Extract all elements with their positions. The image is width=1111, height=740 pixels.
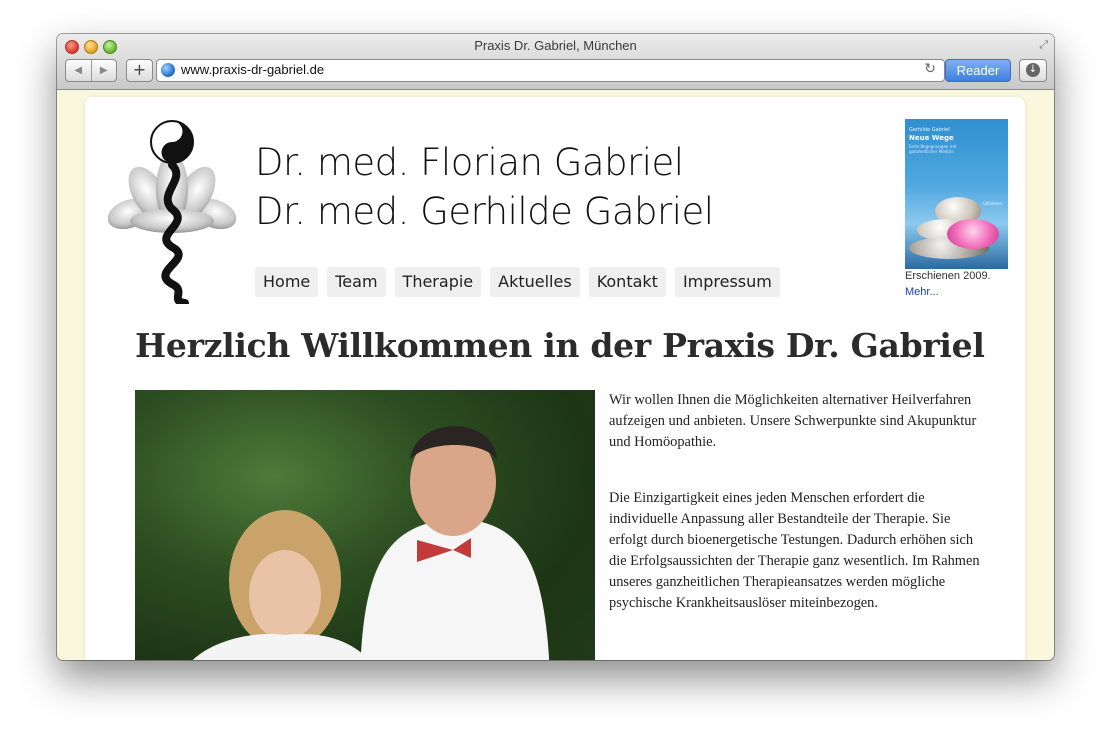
browser-window: Praxis Dr. Gabriel, München ⤢ ◀ ▶ + www.… (57, 34, 1054, 660)
downloads-button[interactable]: ↓ (1019, 59, 1047, 82)
reader-button[interactable]: Reader (945, 59, 1011, 82)
book-author: Gerhilde Gabriel (909, 127, 950, 133)
address-bar[interactable]: www.praxis-dr-gabriel.de ↻ (156, 59, 945, 82)
plus-icon: + (132, 60, 147, 79)
globe-icon (161, 63, 175, 77)
browser-toolbar: Praxis Dr. Gabriel, München ⤢ ◀ ▶ + www.… (57, 34, 1054, 90)
main-navigation: Home Team Therapie Aktuelles Kontakt Imp… (255, 267, 789, 297)
window-title: Praxis Dr. Gabriel, München (474, 38, 637, 53)
book-publisher: Litmimen (983, 201, 1002, 206)
intro-paragraph: Wir wollen Ihnen die Möglichkeiten alter… (609, 392, 977, 450)
doctor-name-gerhilde: Dr. med. Gerhilde Gabriel (255, 190, 714, 233)
lotus-flower-shape (947, 219, 999, 249)
doctor-name-florian: Dr. med. Florian Gabriel (255, 141, 684, 184)
doctors-photo (135, 390, 595, 660)
web-page: Dr. med. Florian Gabriel Dr. med. Gerhil… (85, 97, 1025, 660)
book-caption: Erschienen 2009. (905, 270, 991, 282)
book-cover-image[interactable]: Gerhilde Gabriel Neue Wege Erste Begegnu… (905, 119, 1008, 269)
download-icon: ↓ (1026, 63, 1040, 77)
book-title: Neue Wege (909, 134, 954, 142)
add-bookmark-button[interactable]: + (126, 59, 153, 82)
nav-aktuelles[interactable]: Aktuelles (490, 267, 580, 297)
page-heading: Herzlich Willkommen in der Praxis Dr. Ga… (135, 326, 985, 365)
doctors-photo-illustration (192, 426, 550, 660)
nav-kontakt[interactable]: Kontakt (588, 267, 666, 297)
nav-therapie[interactable]: Therapie (394, 267, 482, 297)
forward-arrow-icon[interactable]: ▶ (92, 60, 117, 81)
url-text[interactable]: www.praxis-dr-gabriel.de (181, 62, 324, 77)
fullscreen-icon[interactable]: ⤢ (1039, 38, 1048, 52)
therapy-paragraph: Die Einzigartigkeit eines jeden Menschen… (609, 490, 980, 611)
back-forward-buttons: ◀ ▶ (65, 59, 117, 82)
book-more-link[interactable]: Mehr... (905, 286, 939, 298)
lotus-yin-yang-snake-logo (107, 120, 237, 304)
nav-team[interactable]: Team (327, 267, 386, 297)
book-subtitle: Erste Begegnungen mit ganzheitlicher Med… (909, 144, 957, 154)
nav-home[interactable]: Home (255, 267, 319, 297)
nav-impressum[interactable]: Impressum (674, 267, 780, 297)
reload-icon[interactable]: ↻ (924, 61, 936, 77)
back-arrow-icon[interactable]: ◀ (66, 60, 92, 81)
